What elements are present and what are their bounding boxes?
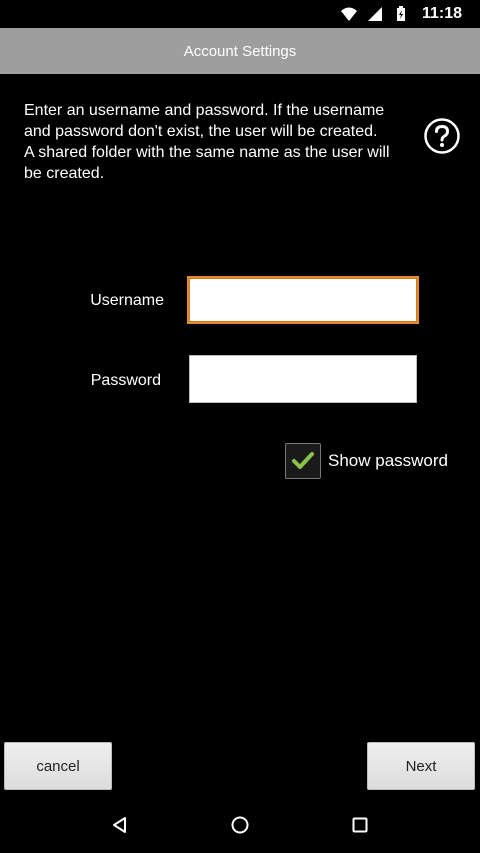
status-bar: 11:18 xyxy=(0,0,480,28)
checkbox-box[interactable] xyxy=(285,443,321,479)
instructions-text: Enter an username and password. If the u… xyxy=(24,100,394,184)
signal-icon xyxy=(366,5,384,23)
recents-icon xyxy=(352,817,368,832)
checkmark-icon xyxy=(292,452,314,469)
password-input[interactable] xyxy=(189,355,417,403)
cancel-button[interactable]: cancel xyxy=(4,742,112,790)
show-password-label: Show password xyxy=(328,451,449,470)
instructions-line-1: Enter an username and password. If the u… xyxy=(24,102,385,140)
password-label: Password xyxy=(90,372,161,389)
next-button[interactable]: Next xyxy=(367,742,475,790)
status-time: 11:18 xyxy=(421,5,462,22)
navigation-bar xyxy=(0,796,480,853)
home-button[interactable] xyxy=(220,805,260,845)
back-button[interactable] xyxy=(100,805,140,845)
home-icon xyxy=(231,816,249,833)
help-icon xyxy=(424,118,460,154)
battery-icon xyxy=(392,5,410,23)
instructions-line-2: A shared folder with the same name as th… xyxy=(24,144,390,182)
account-settings-screen: 11:18 Account Settings Enter an username… xyxy=(0,0,480,853)
recents-button[interactable] xyxy=(340,805,380,845)
help-button[interactable] xyxy=(423,117,461,155)
page-title: Account Settings xyxy=(183,42,297,60)
username-input[interactable] xyxy=(187,276,419,324)
back-icon xyxy=(113,816,126,833)
username-label: Username xyxy=(90,292,164,309)
wifi-icon xyxy=(340,5,358,23)
show-password-checkbox[interactable]: Show password xyxy=(285,443,448,479)
title-bar: Account Settings xyxy=(0,28,480,74)
